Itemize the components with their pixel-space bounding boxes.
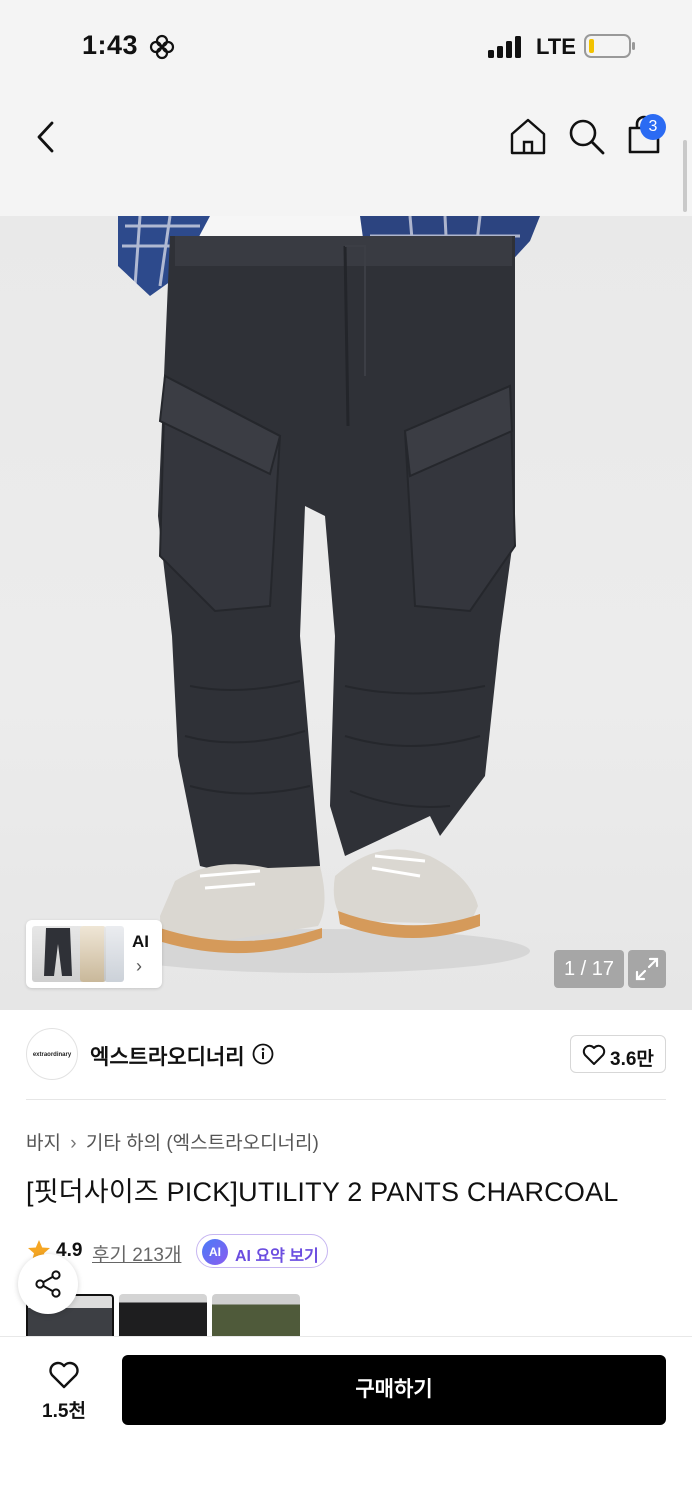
thumbnail-image xyxy=(80,926,106,982)
rating-row: 4.9 후기 213개 AI AI 요약 보기 xyxy=(26,1234,666,1268)
app-header: 1:43 LTE 3 xyxy=(0,0,692,216)
breadcrumb: 바지 › 기타 하의 (엑스트라오디너리) xyxy=(26,1128,319,1155)
product-title: [핏더사이즈 PICK]UTILITY 2 PANTS CHARCOAL xyxy=(26,1177,619,1207)
color-swatch-black[interactable] xyxy=(119,1294,207,1336)
search-icon[interactable] xyxy=(566,116,606,156)
cart-count-badge: 3 xyxy=(640,114,666,140)
breadcrumb-item-category[interactable]: 바지 xyxy=(26,1133,61,1154)
signal-icon xyxy=(488,36,521,58)
share-button[interactable] xyxy=(18,1254,78,1314)
battery-icon xyxy=(584,34,635,58)
share-icon xyxy=(35,1270,61,1298)
status-time: 1:43 xyxy=(82,30,139,60)
ai-summary-button[interactable]: AI AI 요약 보기 xyxy=(196,1234,328,1268)
color-swatch-khaki[interactable] xyxy=(212,1294,300,1336)
thumbnail-image xyxy=(104,926,124,982)
breadcrumb-item-subcategory[interactable]: 기타 하의 (엑스트라오디너리) xyxy=(86,1133,319,1154)
scroll-indicator xyxy=(683,140,687,212)
thumbnail-image xyxy=(32,926,84,982)
info-icon[interactable] xyxy=(252,1043,274,1065)
product-image[interactable] xyxy=(0,216,692,1010)
ai-thumbnail-strip[interactable]: AI › xyxy=(26,920,162,988)
buy-button[interactable]: 구매하기 xyxy=(122,1355,666,1425)
brand-like-count: 3.6만 xyxy=(610,1049,654,1070)
brand-logo-text: extraordinary xyxy=(32,1052,72,1058)
brand-like-button[interactable]: 3.6만 xyxy=(570,1035,666,1073)
back-icon[interactable] xyxy=(30,118,64,156)
review-count-link[interactable]: 후기 213개 xyxy=(92,1240,181,1267)
chevron-right-icon: › xyxy=(136,956,142,976)
ai-badge-icon: AI xyxy=(202,1239,228,1265)
chevron-right-icon: › xyxy=(70,1133,77,1154)
product-photo-illustration xyxy=(110,216,540,973)
home-icon[interactable] xyxy=(508,116,548,156)
heart-icon xyxy=(582,1044,606,1065)
expand-icon[interactable] xyxy=(628,950,666,988)
flower-status-icon xyxy=(149,34,175,60)
heart-icon[interactable] xyxy=(48,1360,80,1390)
image-counter: 1 / 17 xyxy=(554,950,624,988)
network-label: LTE xyxy=(536,34,576,59)
wishlist-count: 1.5천 xyxy=(42,1401,86,1422)
ai-summary-label: AI 요약 보기 xyxy=(235,1248,319,1265)
ai-label: AI xyxy=(132,932,149,951)
brand-name[interactable]: 엑스트라오디너리 xyxy=(90,1041,245,1071)
brand-logo[interactable]: extraordinary xyxy=(26,1028,78,1080)
divider xyxy=(26,1099,666,1100)
